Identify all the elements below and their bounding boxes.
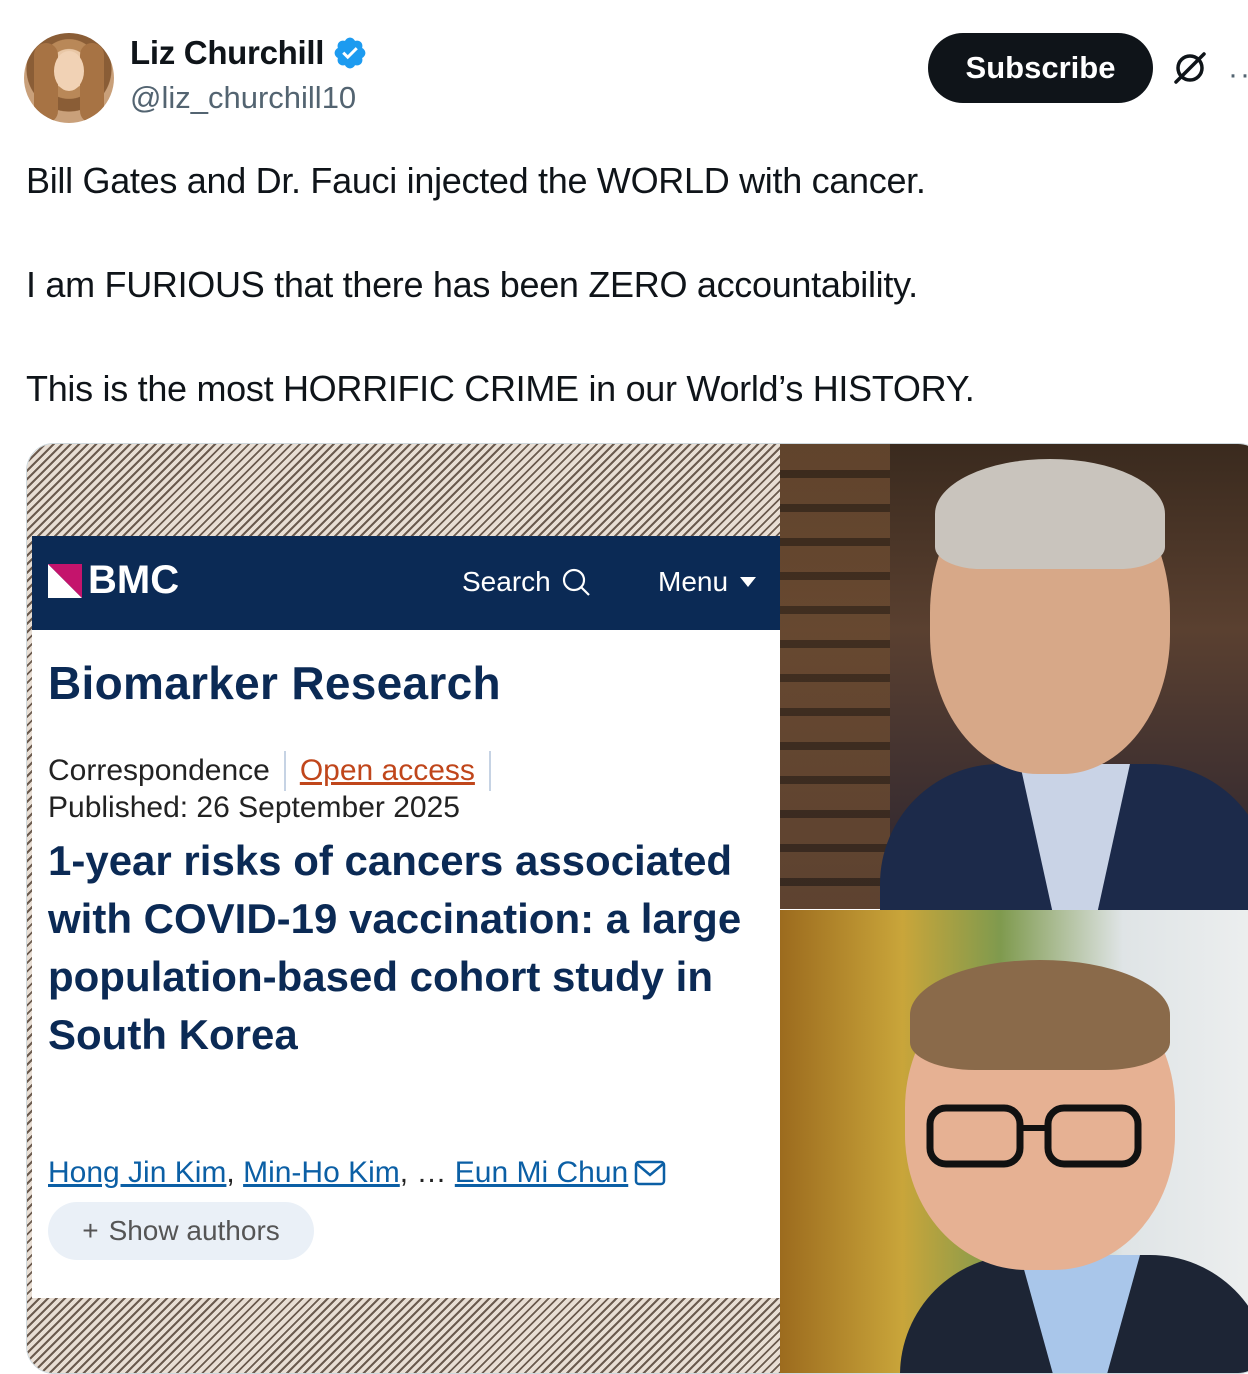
avatar-face [54, 51, 84, 91]
open-access-link: Open access [299, 754, 475, 787]
avatar-hair [34, 43, 58, 123]
screenshot-image[interactable]: BMC Search Menu Biomarker Research Corre… [27, 444, 780, 1373]
author-handle[interactable]: @liz_churchill10 [130, 80, 356, 116]
bmc-header-bar: BMC Search Menu [32, 536, 780, 630]
plus-icon: + [82, 1215, 99, 1246]
author-ellipsis: , … [399, 1156, 447, 1189]
search-icon [562, 568, 590, 596]
bmc-logo: BMC [48, 558, 179, 603]
caret-down-icon [740, 577, 757, 587]
show-authors-button: + Show authors [48, 1202, 314, 1260]
tweet-media[interactable]: BMC Search Menu Biomarker Research Corre… [26, 443, 1248, 1374]
avatar[interactable] [24, 33, 114, 123]
article-type: Correspondence [48, 754, 270, 787]
published-date: Published: 26 September 2025 [48, 791, 460, 824]
author-link: Eun Mi Chun [454, 1156, 629, 1189]
photo-bottom-image[interactable] [780, 910, 1248, 1373]
divider [283, 751, 286, 791]
bmc-search-label: Search [462, 566, 551, 597]
bmc-logo-text: BMC [88, 558, 180, 602]
article-meta: Correspondence Open access [48, 751, 505, 791]
subscribe-button[interactable]: Subscribe [928, 33, 1153, 103]
glasses-icon [926, 1104, 1142, 1168]
bmc-logo-icon [48, 563, 82, 598]
author-name-text[interactable]: Liz Churchill [130, 34, 324, 72]
author-link: Min-Ho Kim [243, 1156, 400, 1189]
author-link: Hong Jin Kim [48, 1156, 227, 1189]
journal-title: Biomarker Research [48, 657, 501, 709]
person-hair [910, 960, 1170, 1070]
envelope-icon [634, 1160, 666, 1186]
bmc-search: Search [462, 566, 591, 598]
grok-icon[interactable] [1170, 48, 1210, 88]
author-list: Hong Jin Kim , Min-Ho Kim , … Eun Mi Chu… [48, 1156, 666, 1190]
tweet-text: Bill Gates and Dr. Fauci injected the WO… [26, 155, 1226, 467]
show-authors-label: Show authors [108, 1215, 280, 1246]
article-title: 1-year risks of cancers associated with … [48, 837, 742, 1058]
divider [488, 751, 491, 791]
avatar-hair [80, 43, 104, 123]
verified-badge-icon [334, 37, 366, 69]
bmc-menu-label: Menu [658, 566, 729, 597]
bmc-menu: Menu [658, 566, 757, 598]
tweet-paragraph: Bill Gates and Dr. Fauci injected the WO… [26, 160, 926, 201]
more-icon[interactable]: ·· [1228, 58, 1248, 92]
tweet-paragraph: This is the most HORRIFIC CRIME in our W… [26, 368, 975, 409]
photo-top-image[interactable] [780, 444, 1248, 924]
bmc-article-card: BMC Search Menu Biomarker Research Corre… [32, 536, 780, 1298]
author-name[interactable]: Liz Churchill [130, 34, 368, 72]
bookshelf-background [780, 444, 890, 909]
person-hair [935, 459, 1165, 569]
tweet-paragraph: I am FURIOUS that there has been ZERO ac… [26, 264, 918, 305]
author-separator: , [226, 1156, 235, 1189]
